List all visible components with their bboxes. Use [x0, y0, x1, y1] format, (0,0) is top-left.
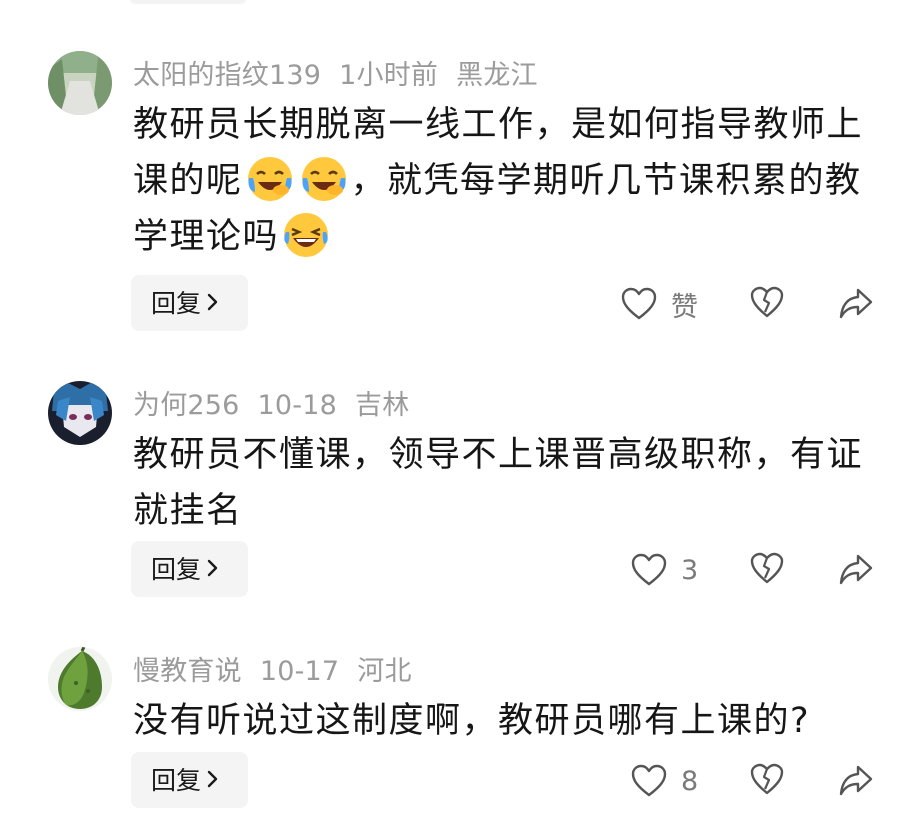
like-count: 8 — [681, 765, 699, 797]
share-button[interactable] — [838, 763, 874, 797]
comment-item: 慢教育说 10-17 河北 没有听说过这制度啊，教研员哪有上课的? 回复 8 — [0, 647, 922, 817]
broken-heart-icon — [750, 286, 784, 318]
dislike-button[interactable] — [750, 763, 784, 795]
avatar[interactable] — [48, 381, 112, 445]
like-button[interactable]: 赞 — [621, 284, 698, 324]
share-arrow-icon — [838, 763, 874, 797]
comment-meta: 为何256 10-18 吉林 — [133, 383, 427, 422]
share-button[interactable] — [838, 286, 874, 320]
comment-meta: 太阳的指纹139 1小时前 黑龙江 — [133, 53, 556, 92]
username[interactable]: 太阳的指纹139 — [133, 60, 321, 91]
laughing-tears-emoji — [281, 210, 331, 260]
like-count: 3 — [681, 554, 699, 586]
dislike-button[interactable] — [750, 552, 784, 584]
crying-laughing-emoji — [299, 154, 349, 204]
reply-label: 回复 — [151, 766, 202, 795]
like-button[interactable]: 8 — [631, 761, 698, 801]
heart-outline-icon — [631, 764, 667, 798]
avatar[interactable] — [48, 51, 112, 115]
heart-outline-icon — [621, 287, 657, 321]
username[interactable]: 慢教育说 — [133, 656, 242, 687]
comment-item: 太阳的指纹139 1小时前 黑龙江 教研员长期脱离一线工作，是如何指导教师上课的呢 … — [0, 51, 922, 341]
chevron-right-icon — [207, 752, 219, 808]
reply-label: 回复 — [151, 555, 202, 584]
chevron-right-icon — [207, 541, 219, 597]
comment-actions: 回复 8 — [0, 752, 922, 808]
comment-location: 河北 — [357, 656, 412, 687]
comment-actions: 回复 3 — [0, 541, 922, 597]
share-arrow-icon — [838, 286, 874, 320]
avatar[interactable] — [48, 647, 112, 711]
like-label: 赞 — [671, 291, 698, 323]
dislike-button[interactable] — [750, 286, 784, 318]
comment-meta: 慢教育说 10-17 河北 — [133, 649, 430, 688]
comment-time: 10-17 — [259, 656, 340, 687]
crying-laughing-emoji — [245, 154, 295, 204]
reply-button[interactable]: 回复 — [131, 752, 248, 808]
reply-button[interactable]: 回复 — [131, 541, 248, 597]
broken-heart-icon — [750, 763, 784, 795]
heart-outline-icon — [631, 553, 667, 587]
comment-text: 教研员长期脱离一线工作，是如何指导教师上课的呢 ，就凭每学期听几节课积累的教学理… — [133, 97, 863, 265]
share-button[interactable] — [838, 552, 874, 586]
comment-actions: 回复 赞 — [0, 275, 922, 331]
comment-text: 没有听说过这制度啊，教研员哪有上课的? — [133, 701, 811, 741]
broken-heart-icon — [750, 552, 784, 584]
comment-location: 吉林 — [355, 390, 410, 421]
share-arrow-icon — [838, 552, 874, 586]
comment-location: 黑龙江 — [456, 60, 538, 91]
like-button[interactable]: 3 — [631, 550, 698, 590]
comment-item: 为何256 10-18 吉林 教研员不懂课，领导不上课晋高级职称，有证就挂名 回复 … — [0, 381, 922, 601]
reply-label: 回复 — [151, 289, 202, 318]
chevron-right-icon — [207, 275, 219, 331]
comment-text: 教研员不懂课，领导不上课晋高级职称，有证就挂名 — [133, 435, 864, 531]
previous-reply-button-edge — [130, 0, 246, 4]
username[interactable]: 为何256 — [133, 390, 240, 421]
reply-button[interactable]: 回复 — [131, 275, 248, 331]
comment-time: 1小时前 — [339, 60, 439, 91]
comment-time: 10-18 — [257, 390, 338, 421]
